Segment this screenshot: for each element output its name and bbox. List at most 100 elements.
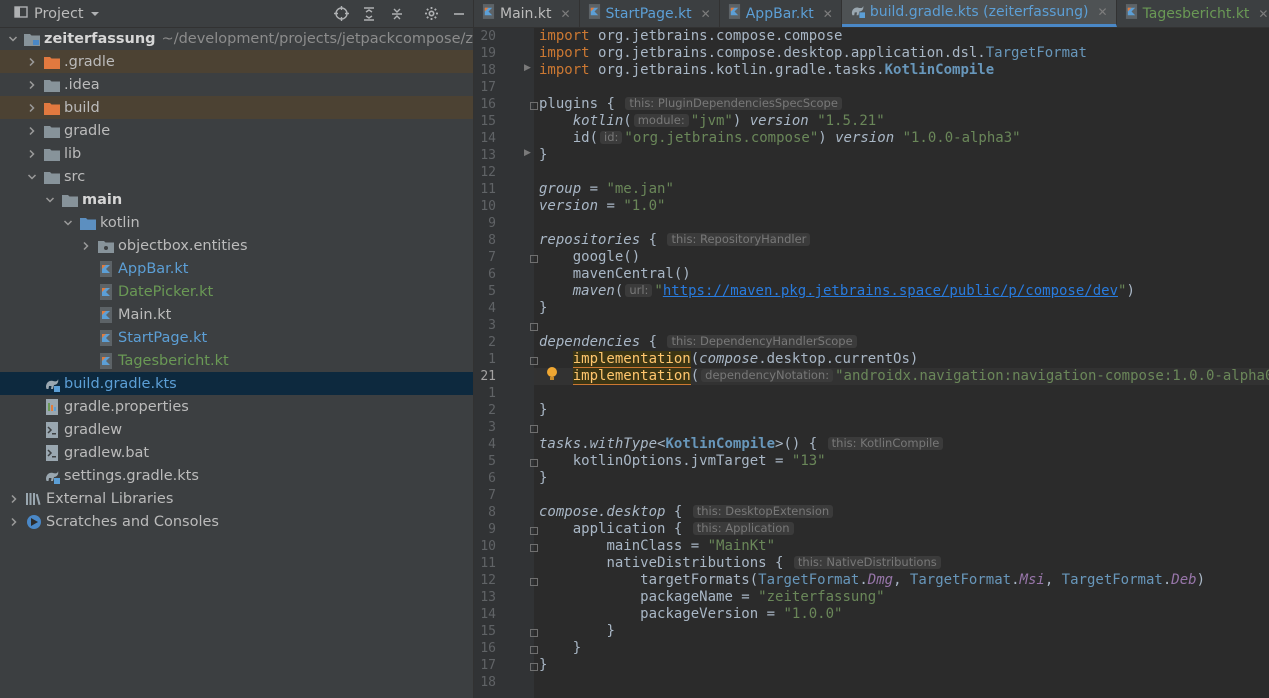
editor-tab[interactable]: StartPage.kt ✕ — [580, 0, 720, 27]
locate-icon[interactable] — [333, 6, 349, 22]
editor-tab[interactable]: build.gradle.kts (zeiterfassung) ✕ — [841, 0, 1117, 27]
tree-item-label: settings.gradle.kts — [64, 467, 199, 484]
close-icon[interactable]: ✕ — [823, 7, 833, 21]
line-number: 4 — [488, 437, 496, 452]
tree-item[interactable]: .idea — [0, 73, 473, 96]
gradle-kts-icon — [44, 376, 60, 392]
tree-item[interactable]: main — [0, 188, 473, 211]
chevron-down-icon[interactable] — [62, 217, 74, 229]
folder-blue-icon — [80, 215, 96, 231]
line-number: 18 — [480, 675, 496, 690]
libraries-icon — [26, 491, 42, 507]
project-view-selector[interactable]: Project — [0, 5, 100, 23]
code-line: group = "me.jan" — [539, 181, 674, 197]
tree-item[interactable]: objectbox.entities — [0, 234, 473, 257]
tree-item[interactable]: gradle — [0, 119, 473, 142]
kotlin-file-icon — [98, 306, 114, 323]
properties-file-icon — [44, 398, 60, 415]
tab-label: StartPage.kt — [605, 5, 692, 22]
tree-item[interactable]: AppBar.kt — [0, 257, 473, 280]
close-icon[interactable]: ✕ — [701, 7, 711, 21]
tree-item[interactable]: External Libraries — [0, 487, 473, 510]
tree-item[interactable]: Scratches and Consoles — [0, 510, 473, 533]
tree-item[interactable]: zeiterfassung ~/development/projects/jetp… — [0, 27, 473, 50]
gear-icon[interactable] — [423, 6, 439, 22]
line-number: 6 — [488, 471, 496, 486]
folder-icon — [44, 169, 60, 185]
code-line: version = "1.0" — [539, 198, 666, 214]
tree-item[interactable]: gradle.properties — [0, 395, 473, 418]
editor-tab[interactable]: AppBar.kt ✕ — [720, 0, 842, 27]
chevron-right-icon[interactable] — [80, 240, 92, 252]
code-line: nativeDistributions { this: NativeDistri… — [539, 555, 943, 572]
tree-item[interactable]: settings.gradle.kts — [0, 464, 473, 487]
folder-orange-icon — [44, 54, 60, 70]
lightbulb-icon[interactable] — [546, 366, 558, 382]
editor-tab[interactable]: Main.kt ✕ — [474, 0, 580, 27]
chevron-right-icon[interactable] — [26, 102, 38, 114]
fold-marker-icon[interactable]: ▶ — [524, 145, 533, 162]
tree-item[interactable]: Tagesbericht.kt — [0, 349, 473, 372]
kotlin-file-icon — [482, 4, 495, 23]
tree-item[interactable]: build — [0, 96, 473, 119]
tab-label: Tagesbericht.kt — [1142, 5, 1250, 22]
line-number: 12 — [480, 573, 496, 588]
chevron-down-icon[interactable] — [8, 33, 18, 45]
tree-item[interactable]: build.gradle.kts — [0, 372, 473, 395]
tree-item[interactable]: lib — [0, 142, 473, 165]
kotlin-file-icon — [98, 260, 114, 277]
code-line: } — [572, 640, 582, 656]
tree-item-label: Scratches and Consoles — [46, 513, 219, 530]
tree-item[interactable]: src — [0, 165, 473, 188]
chevron-right-icon[interactable] — [26, 56, 38, 68]
code-line: tasks.withType<KotlinCompile>() { this: … — [539, 436, 945, 453]
tree-item[interactable]: .gradle — [0, 50, 473, 73]
code-line: } — [539, 402, 548, 418]
chevron-right-icon[interactable] — [8, 516, 20, 528]
tree-item[interactable]: gradlew — [0, 418, 473, 441]
tree-item[interactable]: kotlin — [0, 211, 473, 234]
gradle-kts-icon — [44, 468, 60, 484]
line-number: 2 — [488, 335, 496, 350]
project-window-icon — [14, 5, 28, 23]
chevron-down-icon[interactable] — [26, 171, 38, 183]
line-number: 3 — [488, 318, 496, 333]
line-number: 11 — [480, 182, 496, 197]
minimize-icon[interactable] — [451, 6, 467, 22]
folder-icon — [44, 146, 60, 162]
tree-item-label: zeiterfassung — [44, 30, 156, 47]
code-line: import org.jetbrains.compose.compose — [539, 28, 843, 44]
code-line: } — [539, 470, 548, 486]
collapse-all-icon[interactable] — [389, 6, 405, 22]
close-icon[interactable]: ✕ — [560, 7, 570, 21]
fold-marker-icon[interactable]: ▶ — [524, 60, 533, 77]
line-number: 19 — [480, 46, 496, 61]
code-line: compose.desktop { this: DesktopExtension — [539, 504, 835, 521]
chevron-right-icon[interactable] — [26, 79, 38, 91]
code-line: import org.jetbrains.kotlin.gradle.tasks… — [539, 62, 995, 78]
line-number: 21 — [480, 369, 496, 384]
line-number: 2 — [488, 403, 496, 418]
chevron-right-icon[interactable] — [26, 125, 38, 137]
maven-url-link[interactable]: https://maven.pkg.jetbrains.space/public… — [663, 283, 1118, 299]
tree-item[interactable]: Main.kt — [0, 303, 473, 326]
expand-all-icon[interactable] — [361, 6, 377, 22]
tree-item[interactable]: StartPage.kt — [0, 326, 473, 349]
line-number: 17 — [480, 80, 496, 95]
line-number: 10 — [480, 199, 496, 214]
editor-tab[interactable]: Tagesbericht.kt ✕ — [1117, 0, 1269, 27]
line-number: 14 — [480, 607, 496, 622]
code-area[interactable]: import org.jetbrains.compose.compose imp… — [534, 28, 1269, 698]
line-number: 14 — [480, 131, 496, 146]
close-icon[interactable]: ✕ — [1098, 5, 1108, 19]
chevron-right-icon[interactable] — [8, 493, 20, 505]
tree-item[interactable]: gradlew.bat — [0, 441, 473, 464]
chevron-down-icon[interactable] — [44, 194, 56, 206]
code-line: targetFormats(TargetFormat.Dmg, TargetFo… — [640, 572, 1205, 588]
tree-item[interactable]: DatePicker.kt — [0, 280, 473, 303]
close-icon[interactable]: ✕ — [1258, 7, 1268, 21]
line-number: 12 — [480, 165, 496, 180]
project-pane: Project zeiterfassung ~/development/proje… — [0, 0, 473, 698]
chevron-right-icon[interactable] — [26, 148, 38, 160]
line-number: 10 — [480, 539, 496, 554]
